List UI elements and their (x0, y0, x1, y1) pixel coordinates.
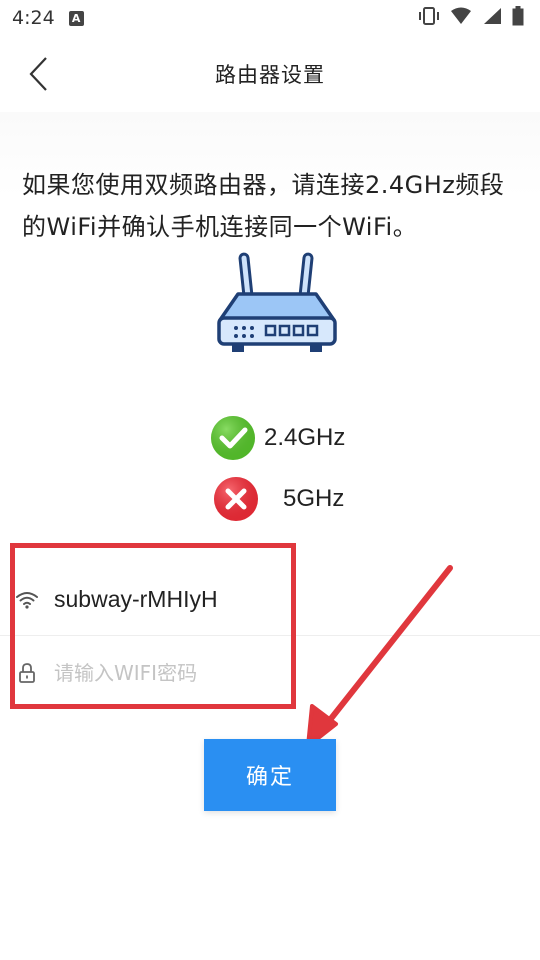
nav-bar: 路由器设置 (0, 36, 540, 112)
band-label: 5GHz (283, 485, 345, 512)
band-row-5ghz: 5GHz (213, 476, 344, 522)
ssid-value: subway-rMHIyH (54, 586, 218, 612)
back-button[interactable] (18, 54, 58, 94)
cross-circle-icon (213, 476, 259, 522)
status-right (418, 5, 524, 31)
check-circle-icon (210, 415, 256, 461)
password-input[interactable] (54, 651, 294, 695)
page-title: 路由器设置 (215, 63, 325, 87)
ssid-row[interactable]: subway-rMHIyH (0, 564, 540, 636)
status-time: 4:24 (12, 7, 55, 29)
lock-icon (16, 662, 38, 684)
wifi-form: subway-rMHIyH (0, 564, 540, 710)
intro-text: 如果您使用双频路由器，请连接2.4GHz频段的WiFi并确认手机连接同一个WiF… (22, 171, 505, 241)
band-label: 2.4GHz (264, 424, 346, 451)
wifi-icon (16, 589, 38, 611)
chevron-left-icon (29, 57, 47, 91)
battery-icon (512, 5, 524, 31)
wifi-signal-icon (450, 7, 472, 30)
router-icon (214, 250, 340, 360)
status-bar: 4:24 A (0, 0, 540, 36)
notification-a-icon: A (68, 10, 84, 26)
cell-signal-icon (482, 7, 502, 30)
band-row-2-4ghz: 2.4GHz (210, 415, 345, 461)
vibrate-icon (418, 6, 440, 31)
status-left: 4:24 A (12, 7, 84, 29)
password-row (0, 637, 540, 709)
confirm-button[interactable]: 确定 (204, 739, 336, 811)
